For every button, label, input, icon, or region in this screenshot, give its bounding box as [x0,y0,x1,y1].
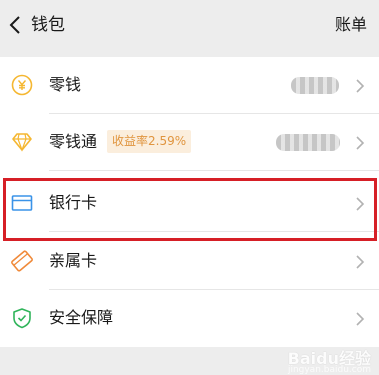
divider [49,231,379,232]
list-item-family-card[interactable]: 亲属卡 [0,233,379,290]
page-title: 钱包 [31,15,65,35]
yuan-coin-icon [11,74,33,96]
chevron-left-icon [9,16,20,34]
wallet-list: 零钱 零钱通 收益率2.59% 银行卡 亲属卡 安全保障 [0,57,379,347]
shield-check-icon [11,307,33,329]
bill-button[interactable]: 账单 [335,12,367,38]
chevron-right-icon [355,196,365,212]
chevron-right-icon [355,135,365,151]
list-item-change[interactable]: 零钱 [0,57,379,114]
bank-card-icon [11,192,33,214]
balance-value-masked [291,77,339,94]
chevron-right-icon [355,78,365,94]
list-item-security[interactable]: 安全保障 [0,290,379,347]
family-card-icon [11,250,33,272]
list-item-label: 银行卡 [49,193,98,212]
list-item-label: 零钱 [49,75,82,94]
list-item-change-plus[interactable]: 零钱通 收益率2.59% [0,114,379,171]
list-item-label: 安全保障 [49,308,114,327]
chevron-right-icon [355,311,365,327]
divider [49,170,379,171]
balance-value-masked [276,134,340,151]
list-item-bank-card[interactable]: 银行卡 [0,175,379,232]
chevron-right-icon [355,254,365,270]
diamond-icon [11,131,33,153]
list-item-label: 零钱通 [49,132,98,151]
back-button[interactable] [6,12,28,38]
header: 钱包 账单 [0,0,379,52]
watermark-url: jingyan.baidu.com [287,365,371,375]
list-item-label: 亲属卡 [49,251,98,270]
yield-badge: 收益率2.59% [107,130,192,153]
